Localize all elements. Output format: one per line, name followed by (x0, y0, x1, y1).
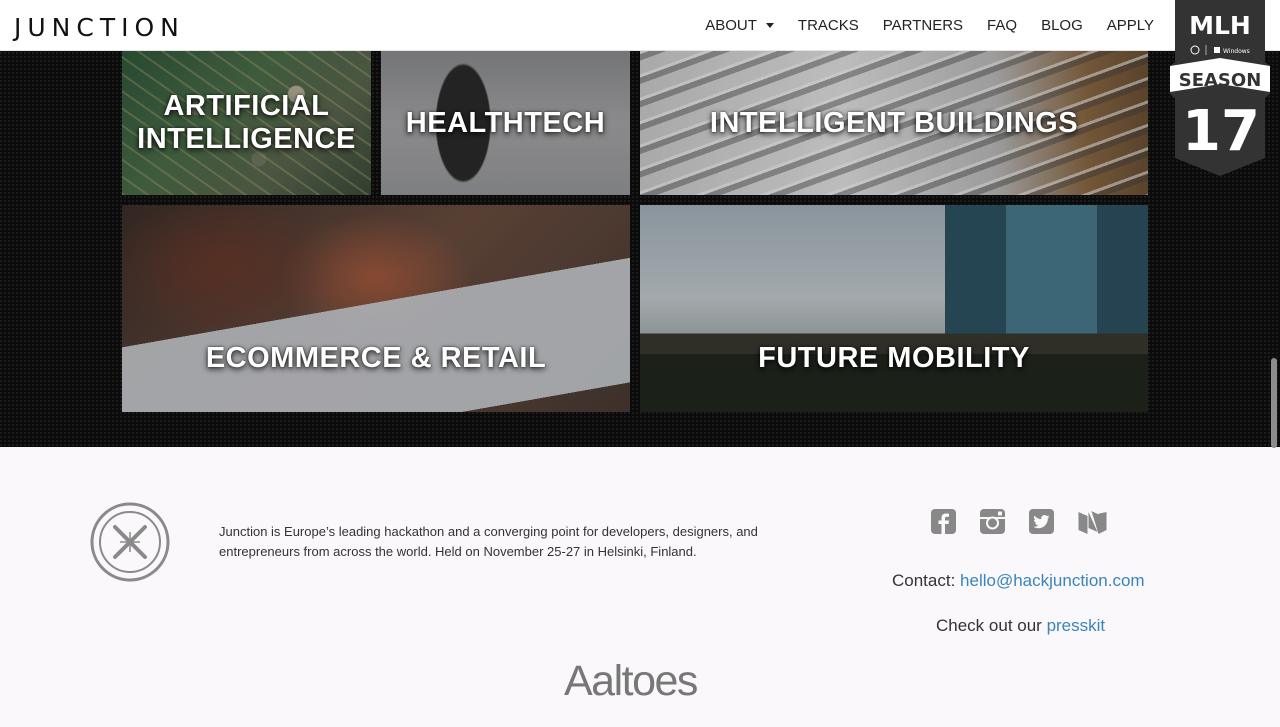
track-tile-future-mobility[interactable]: FUTURE MOBILITY (640, 205, 1148, 412)
nav-tracks[interactable]: TRACKS (798, 17, 859, 34)
nav-faq[interactable]: FAQ (987, 17, 1017, 34)
junction-logo[interactable]: JUNCTION (14, 13, 185, 42)
track-label: HEALTHTECH (405, 106, 606, 139)
presskit-link[interactable]: presskit (1047, 616, 1106, 635)
track-tile-healthtech[interactable]: HEALTHTECH (381, 51, 630, 195)
track-tile-artificial-intelligence[interactable]: ARTIFICIAL INTELLIGENCE (122, 51, 371, 195)
social-links (930, 508, 1130, 535)
track-label: INTELLIGENT BUILDINGS (709, 106, 1079, 139)
track-tile-intelligent-buildings[interactable]: INTELLIGENT BUILDINGS (640, 51, 1148, 195)
page-scrollbar[interactable] (1271, 358, 1277, 448)
presskit-line: Check out our presskit (936, 616, 1106, 635)
twitter-icon[interactable] (1028, 508, 1055, 535)
mlh-season-badge[interactable]: MLH Windows SEASON 17 (1168, 0, 1272, 178)
top-navbar: JUNCTION ABOUT TRACKS PARTNERS FAQ BLOG … (0, 0, 1280, 51)
nav-menu: ABOUT TRACKS PARTNERS FAQ BLOG APPLY (681, 0, 1154, 51)
footer-description: Junction is Europe’s leading hackathon a… (219, 524, 758, 559)
nav-blog[interactable]: BLOG (1041, 17, 1083, 34)
track-label: ECOMMERCE & RETAIL (205, 342, 547, 374)
windows-label: Windows (1223, 48, 1250, 55)
sponsor-logo-aaltoes[interactable]: Aaltoes (564, 657, 698, 706)
nav-about[interactable]: ABOUT (705, 17, 774, 34)
caret-down-icon (765, 23, 774, 28)
track-tile-ecommerce-retail[interactable]: ECOMMERCE & RETAIL (122, 205, 630, 412)
facebook-icon[interactable] (930, 508, 957, 535)
contact-email-link[interactable]: hello@hackjunction.com (960, 571, 1145, 590)
nav-partners[interactable]: PARTNERS (883, 17, 963, 34)
instagram-icon[interactable] (979, 508, 1006, 535)
track-label: ARTIFICIAL INTELLIGENCE (137, 90, 356, 155)
nav-apply[interactable]: APPLY (1107, 17, 1154, 34)
medium-icon[interactable] (1077, 508, 1108, 535)
mlh-title: MLH (1189, 11, 1251, 40)
contact-line: Contact: hello@hackjunction.com (892, 571, 1145, 590)
junction-emblem-icon (90, 502, 170, 582)
track-label: FUTURE MOBILITY (758, 342, 1030, 374)
season-number: 17 (1182, 99, 1260, 164)
season-label: SEASON (1179, 70, 1262, 91)
